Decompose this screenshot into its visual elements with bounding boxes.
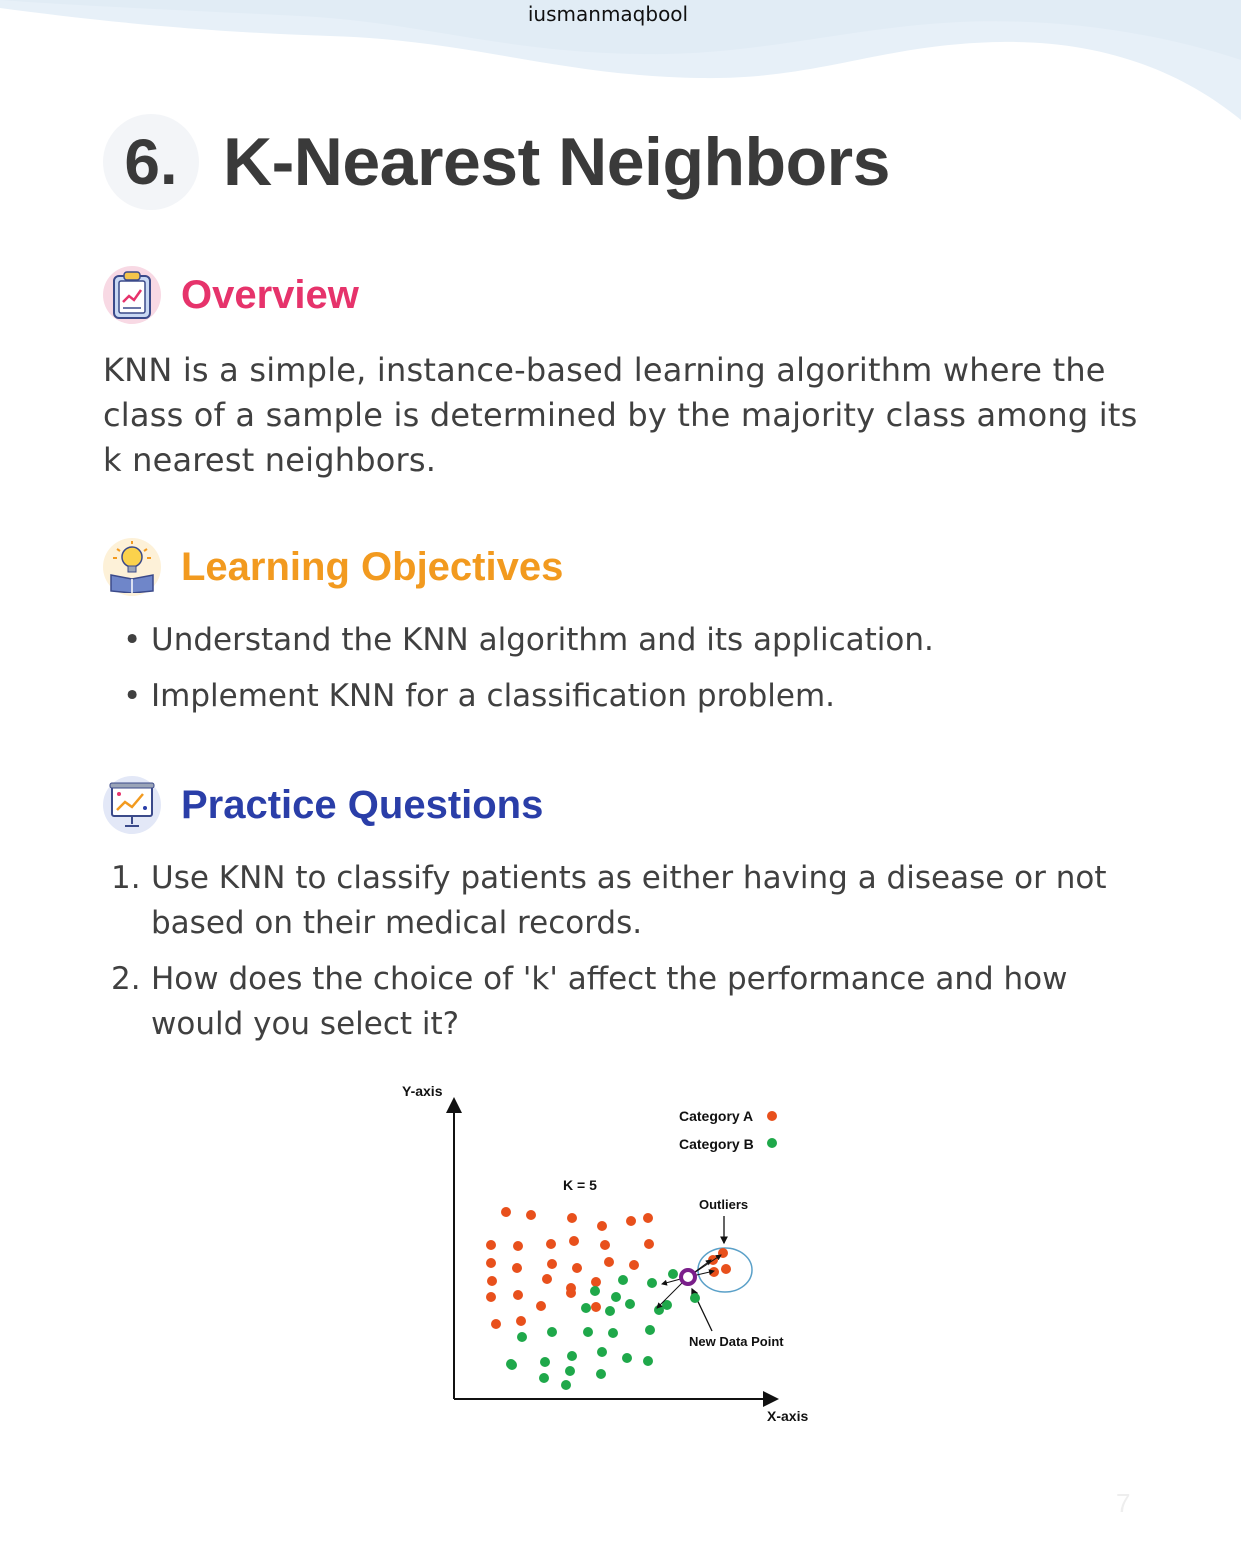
category-a-point: [546, 1239, 556, 1249]
category-a-point: [721, 1264, 731, 1274]
bullet-marker: •: [123, 678, 142, 714]
list-item: 1. Use KNN to classify patients as eithe…: [103, 856, 1143, 946]
category-a-point: [536, 1301, 546, 1311]
category-b-point: [565, 1366, 575, 1376]
category-a-point: [513, 1241, 523, 1251]
list-item-text: How does the choice of 'k' affect the pe…: [151, 961, 1068, 1042]
legend-swatch-b: [767, 1138, 777, 1148]
outliers-label: Outliers: [699, 1197, 748, 1212]
category-a-point: [572, 1263, 582, 1273]
category-b-point: [668, 1269, 678, 1279]
objectives-heading: Learning Objectives: [103, 538, 563, 596]
category-b-point: [618, 1275, 628, 1285]
x-axis-label: X-axis: [767, 1408, 808, 1424]
lightbulb-book-icon: [103, 538, 161, 596]
category-a-point: [487, 1276, 497, 1286]
category-b-point: [605, 1306, 615, 1316]
overview-title: Overview: [181, 272, 359, 317]
category-a-point: [491, 1319, 501, 1329]
objectives-title: Learning Objectives: [181, 544, 564, 589]
watermark: iusmanmaqbool: [527, 2, 689, 26]
category-a-point: [542, 1274, 552, 1284]
number-marker: 2.: [111, 961, 141, 997]
category-b-point: [690, 1293, 700, 1303]
category-a-point: [526, 1210, 536, 1220]
category-b-point: [643, 1356, 653, 1366]
category-a-point: [567, 1213, 577, 1223]
category-a-point: [591, 1302, 601, 1312]
category-b-point: [506, 1359, 516, 1369]
category-a-point: [547, 1259, 557, 1269]
legend-label-a: Category A: [679, 1108, 753, 1124]
overview-heading: Overview: [103, 266, 359, 324]
category-a-point: [501, 1207, 511, 1217]
category-a-point: [643, 1213, 653, 1223]
category-a-point: [516, 1316, 526, 1326]
category-a-point: [569, 1236, 579, 1246]
practice-list: 1. Use KNN to classify patients as eithe…: [103, 856, 1143, 1058]
category-b-point: [581, 1303, 591, 1313]
bullet-marker: •: [123, 622, 142, 658]
category-b-point: [597, 1347, 607, 1357]
knn-diagram: Y-axis X-axis Category A Category B K = …: [402, 1083, 808, 1424]
category-b-point: [596, 1369, 606, 1379]
page-title: 6. K-Nearest Neighbors: [103, 112, 890, 212]
category-a-point: [486, 1240, 496, 1250]
category-b-point: [547, 1327, 557, 1337]
list-item-text: Use KNN to classify patients as either h…: [151, 860, 1107, 941]
overview-text: KNN is a simple, instance-based learning…: [103, 351, 1138, 479]
legend-swatch-a: [767, 1111, 777, 1121]
category-a-point: [566, 1288, 576, 1298]
category-b-point: [625, 1299, 635, 1309]
presentation-board-icon: [103, 776, 161, 834]
category-a-point: [591, 1277, 601, 1287]
category-a-point: [604, 1257, 614, 1267]
list-item-text: Understand the KNN algorithm and its app…: [151, 622, 934, 658]
category-a-point: [597, 1221, 607, 1231]
category-a-point: [512, 1263, 522, 1273]
clipboard-icon: [103, 266, 161, 324]
category-b-point: [647, 1278, 657, 1288]
category-b-point: [622, 1353, 632, 1363]
category-a-point: [513, 1290, 523, 1300]
category-a-point: [644, 1239, 654, 1249]
practice-heading: Practice Questions: [103, 776, 543, 834]
objectives-list: • Understand the KNN algorithm and its a…: [103, 618, 1143, 730]
practice-title: Practice Questions: [181, 782, 544, 827]
category-a-point: [626, 1216, 636, 1226]
category-b-point: [608, 1328, 618, 1338]
category-a-point: [600, 1240, 610, 1250]
category-b-point: [540, 1357, 550, 1367]
category-a-point: [629, 1260, 639, 1270]
category-b-point: [567, 1351, 577, 1361]
new-data-point: [679, 1268, 697, 1286]
list-item-text: Implement KNN for a classification probl…: [151, 678, 836, 714]
category-b-point: [539, 1373, 549, 1383]
category-a-point: [486, 1292, 496, 1302]
list-item: 2. How does the choice of 'k' affect the…: [103, 957, 1143, 1047]
list-item: • Implement KNN for a classification pro…: [103, 674, 1143, 719]
category-a-point: [486, 1258, 496, 1268]
y-axis-label: Y-axis: [402, 1083, 443, 1099]
category-b-point: [561, 1380, 571, 1390]
list-item: • Understand the KNN algorithm and its a…: [103, 618, 1143, 663]
category-b-point: [590, 1286, 600, 1296]
title-text: K-Nearest Neighbors: [223, 124, 890, 200]
category-b-point: [645, 1325, 655, 1335]
legend-label-b: Category B: [679, 1136, 754, 1152]
title-number: 6.: [103, 114, 199, 210]
category-b-point: [517, 1332, 527, 1342]
page-number: 7: [1116, 1488, 1131, 1518]
category-b-point: [611, 1292, 621, 1302]
new-point-label: New Data Point: [689, 1334, 784, 1349]
category-b-point: [583, 1327, 593, 1337]
number-marker: 1.: [111, 860, 141, 896]
k-label: K = 5: [563, 1177, 597, 1193]
